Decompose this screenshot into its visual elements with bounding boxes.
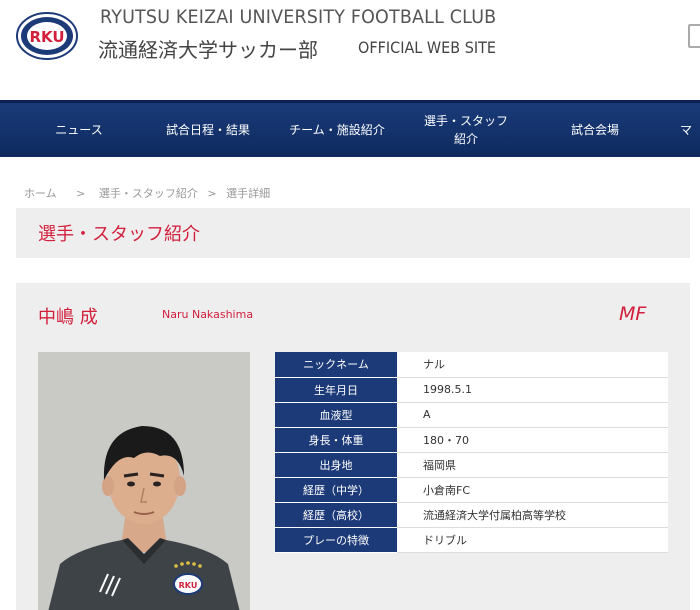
table-row: 身長・体重 180・70	[275, 427, 668, 453]
table-row: プレーの特徴 ドリブル	[275, 527, 668, 553]
info-key: 出身地	[275, 452, 397, 478]
table-row: 出身地 福岡県	[275, 452, 668, 478]
nav-item-players[interactable]: 選手・スタッフ 紹介	[404, 103, 528, 157]
breadcrumb-current: 選手詳細	[226, 187, 271, 200]
info-key: ニックネーム	[275, 352, 397, 378]
nav-item-schedule[interactable]: 試合日程・結果	[148, 103, 268, 157]
table-row: 経歴（中学） 小倉南FC	[275, 477, 668, 503]
info-key: 経歴（中学）	[275, 477, 397, 503]
nav-item-team[interactable]: チーム・施設紹介	[276, 103, 398, 157]
nav-item-news[interactable]: ニュース	[20, 103, 138, 157]
info-value: 小倉南FC	[397, 477, 668, 503]
player-info-table: ニックネーム ナル 生年月日 1998.5.1 血液型 A 身長・体重 180・…	[275, 352, 668, 553]
logo-text: RKU	[29, 28, 64, 46]
info-value: 1998.5.1	[397, 377, 668, 403]
info-key: 血液型	[275, 402, 397, 428]
nav-item-more[interactable]: マ	[680, 103, 700, 157]
table-row: 生年月日 1998.5.1	[275, 377, 668, 403]
table-row: 血液型 A	[275, 402, 668, 428]
club-name-ja: 流通経済大学サッカー部	[98, 38, 318, 62]
info-key: プレーの特徴	[275, 527, 397, 553]
page-title-box: 選手・スタッフ紹介	[16, 208, 690, 258]
nav-item-venue[interactable]: 試合会場	[536, 103, 654, 157]
site-header: RKU RYUTSU KEIZAI UNIVERSITY FOOTBALL CL…	[0, 0, 700, 100]
table-row: ニックネーム ナル	[275, 352, 668, 378]
player-photo: RKU	[38, 352, 250, 610]
global-nav: ニュース 試合日程・結果 チーム・施設紹介 選手・スタッフ 紹介 試合会場 マ	[0, 100, 700, 157]
svg-text:RKU: RKU	[179, 581, 198, 590]
player-position: MF	[619, 303, 647, 325]
table-row: 経歴（高校） 流通経済大学付属柏高等学校	[275, 502, 668, 528]
official-site-label: OFFICIAL WEB SITE	[358, 38, 496, 57]
player-name-ja: 中嶋 成	[38, 307, 98, 328]
club-name-en: RYUTSU KEIZAI UNIVERSITY FOOTBALL CLUB	[100, 6, 497, 28]
info-value: A	[397, 402, 668, 428]
info-value: 流通経済大学付属柏高等学校	[397, 502, 668, 528]
player-name-en: Naru Nakashima	[162, 308, 254, 321]
info-value: 福岡県	[397, 452, 668, 478]
breadcrumb: ホーム > 選手・スタッフ紹介 > 選手詳細	[24, 185, 276, 201]
header-search-box[interactable]	[688, 24, 700, 48]
page-title: 選手・スタッフ紹介	[38, 224, 200, 245]
breadcrumb-separator: >	[76, 187, 86, 200]
info-value: ドリブル	[397, 527, 668, 553]
breadcrumb-home[interactable]: ホーム	[24, 187, 57, 200]
player-photo-image: RKU	[38, 352, 250, 610]
info-value: 180・70	[397, 427, 668, 453]
info-key: 身長・体重	[275, 427, 397, 453]
info-key: 経歴（高校）	[275, 502, 397, 528]
club-logo[interactable]: RKU	[16, 12, 78, 60]
player-profile: 中嶋 成 Naru Nakashima MF RKU ニックネーム ナル 生年月…	[16, 283, 690, 610]
info-value: ナル	[397, 352, 668, 378]
info-key: 生年月日	[275, 377, 397, 403]
breadcrumb-separator: >	[207, 187, 217, 200]
breadcrumb-section[interactable]: 選手・スタッフ紹介	[99, 187, 198, 200]
